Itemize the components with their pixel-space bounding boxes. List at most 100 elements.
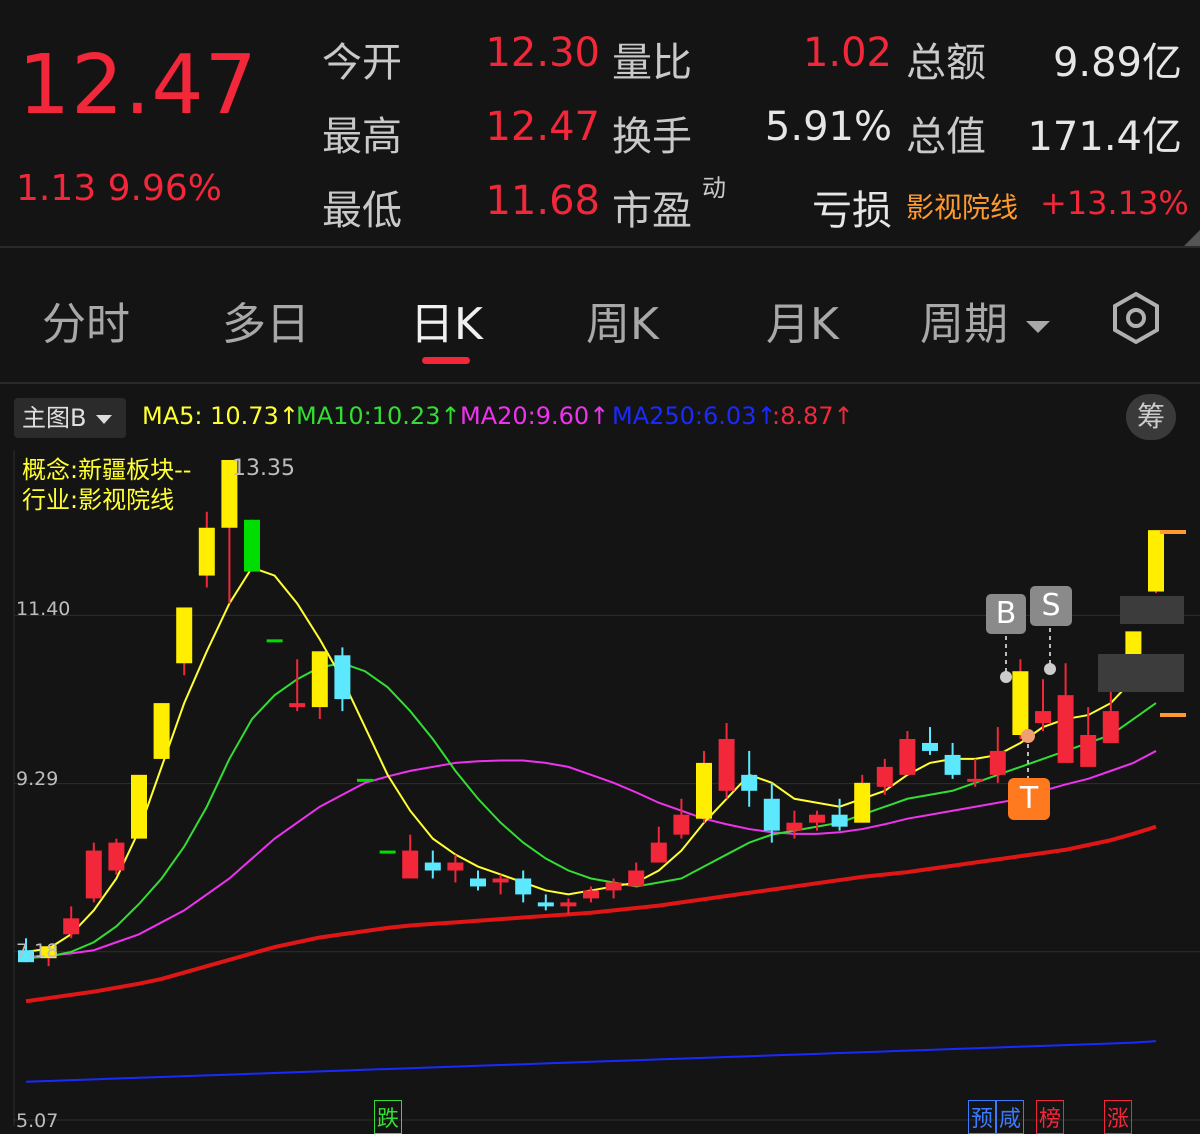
candle-body [605, 882, 622, 891]
candle-body [944, 754, 961, 775]
t-leader-dot [1021, 729, 1035, 743]
active-tab-underline [422, 357, 470, 364]
tab-weekly-k[interactable]: 周K [586, 288, 659, 352]
last-price: 12.47 [18, 38, 258, 133]
label-industry[interactable]: 影视院线 [906, 186, 1018, 226]
candle-body [1035, 711, 1051, 724]
label-pe-ratio: 市盈 [612, 188, 692, 234]
candle-body [153, 703, 170, 759]
candle-body [831, 814, 848, 827]
quote-panel: 12.47 1.13 9.96% 今开 12.30 量比 1.02 总额 9.8… [0, 0, 1200, 248]
label-market-value: 总值 [906, 114, 986, 160]
candle-body [424, 862, 441, 871]
price-change: 1.13 9.96% [16, 168, 222, 209]
value-low: 11.68 [485, 178, 600, 224]
candle-body [537, 902, 554, 907]
pressure-band [1120, 596, 1184, 624]
candle-body [311, 651, 328, 708]
candle-body [334, 655, 351, 700]
y-axis-label: 7.18 [16, 940, 59, 962]
settings-hexagon-icon[interactable] [1108, 290, 1164, 346]
candle-body [1057, 695, 1074, 763]
candle-body [447, 862, 464, 871]
rank-tag[interactable]: 榜 [1036, 1100, 1065, 1134]
y-axis-label: 9.29 [16, 768, 59, 790]
candle-body [108, 842, 125, 871]
tab-daily-k[interactable]: 日K [410, 288, 483, 352]
label-high: 最高 [322, 114, 402, 160]
candle-body [379, 850, 396, 854]
candle-body [357, 778, 373, 782]
tab-multiday[interactable]: 多日 [222, 288, 310, 352]
label-turnover-rate: 换手 [612, 114, 692, 160]
ma-red-line [25, 824, 1157, 1004]
candle-body [809, 814, 825, 823]
tab-monthly-k[interactable]: 月K [766, 288, 839, 352]
candle-body [63, 918, 80, 935]
candle-body [1012, 671, 1029, 735]
value-turnover-rate: 5.91% [764, 104, 892, 150]
candle-body [1148, 530, 1164, 592]
y-axis-label: 11.40 [16, 598, 71, 620]
value-turnover-amount: 9.89亿 [1052, 40, 1182, 86]
caret-down-icon [1026, 321, 1050, 333]
candle-body [967, 778, 984, 782]
candle-body [492, 878, 509, 883]
candle-body [650, 842, 667, 863]
candle-body [741, 774, 758, 791]
candle-body [673, 814, 690, 835]
candle-body [583, 890, 599, 899]
value-high: 12.47 [485, 104, 600, 150]
label-open: 今开 [322, 40, 402, 86]
sell-leader-dot [1044, 663, 1056, 675]
label-turnover-amount: 总额 [906, 40, 986, 86]
t-signal-marker[interactable]: T [1008, 778, 1050, 820]
label-pe-dynamic: 动 [702, 174, 726, 202]
candle-body [402, 850, 419, 879]
candle-body [696, 762, 712, 819]
candle-body [763, 798, 780, 831]
candle-body [176, 607, 193, 664]
kline-svg [13, 450, 1200, 1126]
candle-body [786, 822, 803, 831]
value-industry-change: +13.13% [1040, 184, 1189, 222]
forecast-tag[interactable]: 预 [968, 1100, 997, 1134]
candle-body [1080, 735, 1097, 767]
reduce-tag[interactable]: 咸 [996, 1100, 1025, 1134]
candle-body [289, 703, 306, 708]
industry-text: 行业:影视院线 [22, 486, 175, 514]
pressure-band [1098, 654, 1184, 692]
tab-intraday[interactable]: 分时 [42, 288, 130, 352]
value-open: 12.30 [485, 30, 600, 76]
candle-body [131, 774, 147, 839]
candle-body [718, 738, 735, 791]
candle-body [560, 902, 577, 907]
candle-body [470, 878, 486, 887]
divider [0, 246, 1200, 248]
candle-body [515, 878, 532, 895]
candle-body [198, 527, 215, 576]
candle-body [628, 870, 645, 887]
label-volume-ratio: 量比 [612, 40, 692, 86]
limit-up-tag[interactable]: 涨 [1104, 1100, 1133, 1134]
value-pe-ratio: 亏损 [812, 188, 892, 234]
ma250-line [25, 1040, 1157, 1083]
candle-body [244, 519, 260, 572]
tab-period-label: 周期 [920, 299, 1008, 350]
buy-signal-marker[interactable]: B [986, 594, 1026, 634]
value-market-value: 171.4亿 [1027, 114, 1182, 160]
value-volume-ratio: 1.02 [802, 30, 892, 76]
candle-body [1102, 711, 1119, 743]
y-axis-label: 5.07 [16, 1110, 59, 1132]
candle-body [899, 738, 916, 775]
buy-leader-dot [1000, 671, 1012, 683]
candle-body [854, 782, 871, 823]
label-low: 最低 [322, 188, 402, 234]
candle-body [876, 766, 893, 787]
fall-tag[interactable]: 跌 [374, 1100, 403, 1134]
candle-body [266, 639, 283, 643]
sell-signal-marker[interactable]: S [1030, 586, 1072, 626]
tab-period[interactable]: 周期 [920, 288, 1050, 352]
high-price-label: 13.35 [232, 456, 295, 481]
candle-body [989, 750, 1006, 775]
